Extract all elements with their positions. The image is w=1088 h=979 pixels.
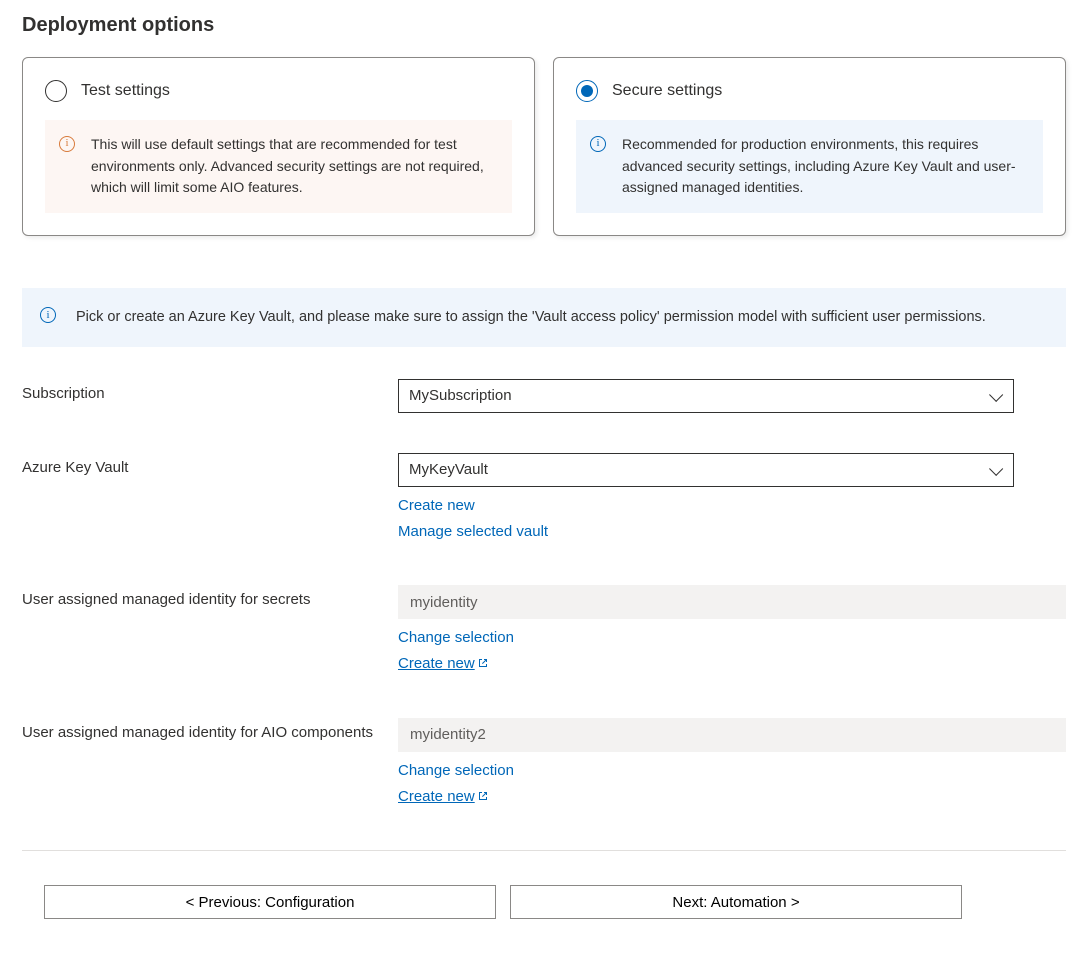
label-identity-aio: User assigned managed identity for AIO c… (22, 718, 398, 741)
deployment-options-row: Test settings i This will use default se… (22, 57, 1066, 236)
link-create-new-key-vault[interactable]: Create new (398, 493, 475, 519)
select-subscription[interactable]: MySubscription (398, 379, 1014, 413)
form-row-key-vault: Azure Key Vault MyKeyVault Create new Ma… (22, 453, 1066, 546)
radio-secure-settings[interactable] (576, 80, 598, 102)
form-row-identity-aio: User assigned managed identity for AIO c… (22, 718, 1066, 811)
option-card-test[interactable]: Test settings i This will use default se… (22, 57, 535, 236)
info-icon: i (40, 307, 56, 323)
info-banner-test: i This will use default settings that ar… (45, 120, 512, 213)
radio-test-settings[interactable] (45, 80, 67, 102)
footer-nav: < Previous: Configuration Next: Automati… (22, 885, 1066, 919)
label-identity-secrets: User assigned managed identity for secre… (22, 585, 398, 608)
field-identity-aio: myidentity2 (398, 718, 1066, 752)
external-link-icon (477, 784, 489, 796)
divider (22, 850, 1066, 851)
link-manage-selected-vault[interactable]: Manage selected vault (398, 519, 548, 545)
link-create-new-identity-secrets[interactable]: Create new (398, 651, 489, 677)
option-title-test: Test settings (81, 82, 170, 100)
page-info-banner: i Pick or create an Azure Key Vault, and… (22, 288, 1066, 346)
page-info-text: Pick or create an Azure Key Vault, and p… (76, 306, 986, 328)
previous-button[interactable]: < Previous: Configuration (44, 885, 496, 919)
select-key-vault[interactable]: MyKeyVault (398, 453, 1014, 487)
form-row-subscription: Subscription MySubscription (22, 379, 1066, 413)
chevron-down-icon (989, 463, 1003, 477)
next-button[interactable]: Next: Automation > (510, 885, 962, 919)
link-change-selection-aio[interactable]: Change selection (398, 758, 514, 784)
external-link-icon (477, 651, 489, 663)
link-change-selection-secrets[interactable]: Change selection (398, 625, 514, 651)
chevron-down-icon (989, 389, 1003, 403)
option-card-secure[interactable]: Secure settings i Recommended for produc… (553, 57, 1066, 236)
info-icon: i (590, 136, 606, 152)
option-title-secure: Secure settings (612, 82, 722, 100)
select-key-vault-value: MyKeyVault (409, 461, 488, 478)
form-row-identity-secrets: User assigned managed identity for secre… (22, 585, 1066, 678)
select-subscription-value: MySubscription (409, 387, 512, 404)
info-banner-secure: i Recommended for production environment… (576, 120, 1043, 213)
page-heading: Deployment options (22, 14, 1066, 37)
field-identity-secrets: myidentity (398, 585, 1066, 619)
link-create-new-identity-aio[interactable]: Create new (398, 784, 489, 810)
info-text-test: This will use default settings that are … (91, 134, 494, 199)
label-subscription: Subscription (22, 379, 398, 402)
info-text-secure: Recommended for production environments,… (622, 134, 1025, 199)
label-key-vault: Azure Key Vault (22, 453, 398, 476)
info-icon: i (59, 136, 75, 152)
